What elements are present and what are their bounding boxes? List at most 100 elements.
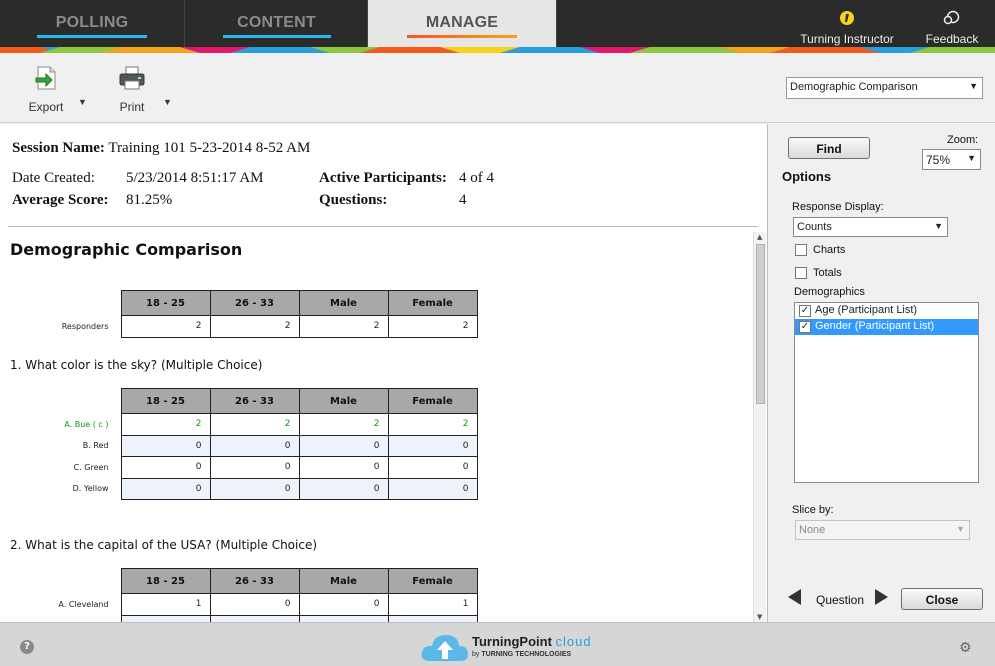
table-cell: 1: [387, 593, 478, 616]
brand-sub: cloud: [555, 634, 592, 649]
response-display-select[interactable]: Counts ▼: [793, 217, 948, 237]
close-button[interactable]: Close: [901, 588, 983, 610]
tab-polling[interactable]: POLLING: [0, 0, 185, 47]
table-corner: [0, 388, 122, 414]
column-header: Male: [298, 568, 389, 594]
gear-icon[interactable]: ⚙: [959, 640, 972, 656]
table-row: C. Green 0 0 0 0: [0, 456, 478, 479]
table-cell: 2: [209, 315, 300, 338]
slice-by-value: None: [799, 524, 826, 536]
scrollbar-thumb[interactable]: [756, 244, 765, 404]
demographic-item-age[interactable]: ✓ Age (Participant List): [795, 303, 978, 319]
demographics-list: ✓ Age (Participant List) ✓ Gender (Parti…: [794, 302, 979, 483]
brand-main: TurningPoint: [472, 634, 552, 649]
turningpoint-cloud-logo: TurningPoint cloud by TURNING TECHNOLOGI…: [420, 627, 620, 663]
feedback-icon: [922, 10, 982, 32]
zoom-value: 75%: [926, 153, 951, 167]
charts-checkbox[interactable]: [795, 244, 807, 256]
slice-by-select[interactable]: None ▼: [795, 520, 970, 540]
gender-checkbox[interactable]: ✓: [799, 321, 811, 333]
average-score-value: 81.25%: [126, 192, 173, 208]
tab-manage[interactable]: MANAGE: [368, 0, 557, 47]
row-label: D. Yellow: [0, 478, 122, 500]
question-1-title: 1. What color is the sky? (Multiple Choi…: [10, 358, 263, 372]
demographics-label: Demographics: [794, 286, 865, 298]
table-row: B. Red 0 0 0 0: [0, 434, 478, 457]
column-header: 26 - 33: [209, 568, 300, 594]
row-label: B. Red: [0, 435, 122, 457]
chevron-down-icon: ▼: [934, 221, 943, 231]
table-cell: 0: [387, 456, 478, 479]
feedback-button[interactable]: Feedback: [922, 0, 982, 46]
table-row: A. Cleveland 1 0 0 1: [0, 593, 478, 616]
zoom-select[interactable]: 75% ▼: [922, 149, 981, 170]
average-score-label: Average Score:: [12, 192, 109, 208]
responders-table: 18 - 25 26 - 33 Male Female Responders 2…: [0, 290, 478, 338]
questions-label: Questions:: [319, 192, 388, 208]
divider: [8, 226, 758, 227]
table-corner: [0, 568, 122, 594]
table-cell: 0: [298, 434, 389, 457]
table-cell: 0: [387, 477, 478, 500]
table-cell: 2: [298, 413, 389, 436]
tab-content-label: CONTENT: [237, 14, 316, 31]
turning-instructor-button[interactable]: Turning Instructor: [800, 0, 894, 46]
help-icon[interactable]: ?: [20, 640, 34, 654]
question-nav-label: Question: [816, 593, 865, 607]
previous-question-button[interactable]: [788, 589, 802, 608]
column-header: Male: [298, 290, 389, 316]
table-cell: 2: [387, 315, 478, 338]
table-cell: 2: [120, 315, 211, 338]
tab-polling-label: POLLING: [55, 14, 129, 31]
scroll-down-icon[interactable]: ▼: [757, 613, 762, 621]
table-cell: [120, 614, 211, 622]
report-scrollbar[interactable]: ▲ ▼: [753, 232, 766, 622]
row-label: A. Bue ( c ): [0, 413, 122, 435]
export-button[interactable]: Export: [26, 65, 66, 114]
demographic-item-gender[interactable]: ✓ Gender (Participant List): [795, 319, 978, 335]
scroll-up-icon[interactable]: ▲: [757, 233, 762, 241]
next-question-button[interactable]: [874, 589, 888, 608]
table-cell: [298, 614, 389, 622]
row-label: [0, 615, 122, 622]
column-header: Male: [298, 388, 389, 414]
table-cell: 0: [120, 434, 211, 457]
brand-name: TurningPoint cloud: [472, 634, 592, 649]
print-button[interactable]: Print: [112, 65, 152, 114]
report-type-select[interactable]: Demographic Comparison ▼: [786, 77, 983, 99]
tab-manage-label: MANAGE: [425, 14, 499, 31]
export-icon: [33, 66, 59, 94]
tab-content[interactable]: CONTENT: [186, 0, 368, 47]
slice-by-label: Slice by:: [792, 504, 834, 516]
table-row: [0, 614, 478, 622]
totals-checkbox[interactable]: [795, 267, 807, 279]
tab-content-underline: [222, 35, 331, 38]
toolbar: Export ▼ Print ▼ Demographic Comparison …: [0, 53, 995, 123]
column-header: 18 - 25: [120, 388, 211, 414]
table-cell: 0: [298, 456, 389, 479]
table-row: Responders 2 2 2 2: [0, 315, 478, 338]
print-label: Print: [119, 100, 145, 114]
footer: ? TurningPoint cloud by TURNING TECHNOLO…: [0, 622, 995, 666]
top-nav: POLLING CONTENT MANAGE Turning Instructo…: [0, 0, 995, 47]
table-cell: 0: [209, 477, 300, 500]
export-label: Export: [28, 100, 64, 114]
chevron-down-icon: ▼: [967, 153, 976, 163]
column-header: 26 - 33: [209, 388, 300, 414]
demographic-label: Gender (Participant List): [815, 320, 935, 332]
table-row: A. Bue ( c ) 2 2 2 2: [0, 413, 478, 436]
tab-manage-underline: [407, 35, 517, 38]
age-checkbox[interactable]: ✓: [799, 305, 811, 317]
instructor-icon: [800, 10, 894, 32]
table-cell: 0: [120, 477, 211, 500]
brand-byline: by TURNING TECHNOLOGIES: [472, 651, 571, 658]
arrow-left-icon: [788, 589, 801, 605]
brand-company: TURNING TECHNOLOGIES: [481, 651, 572, 658]
find-button[interactable]: Find: [788, 137, 870, 159]
chevron-down-icon: ▼: [969, 81, 978, 91]
report-view: Session Name: Training 101 5-23-2014 8-5…: [0, 124, 768, 622]
table-corner: [0, 290, 122, 316]
column-header: 26 - 33: [209, 290, 300, 316]
session-name-value: Training 101 5-23-2014 8-52 AM: [108, 140, 311, 156]
table-cell: 0: [120, 456, 211, 479]
